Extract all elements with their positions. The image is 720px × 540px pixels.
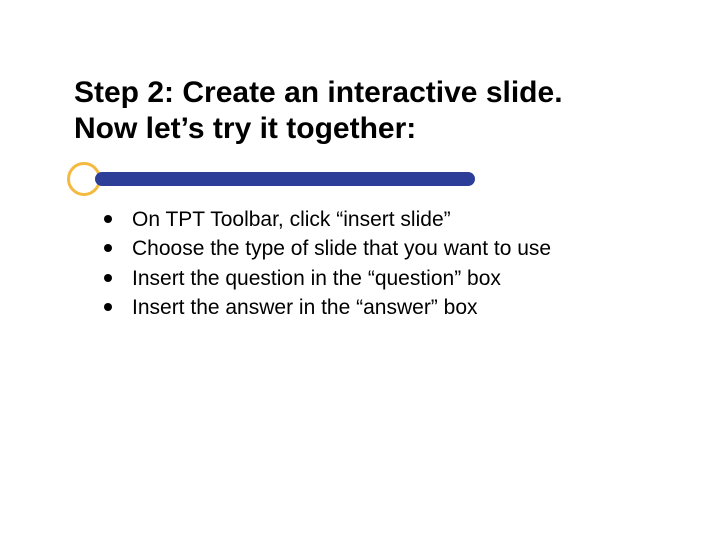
list-item: Choose the type of slide that you want t… bbox=[104, 235, 664, 263]
list-item: Insert the answer in the “answer” box bbox=[104, 294, 664, 322]
bullet-icon bbox=[104, 274, 112, 282]
slide-body: On TPT Toolbar, click “insert slide” Cho… bbox=[104, 206, 664, 323]
list-item-text: Choose the type of slide that you want t… bbox=[132, 237, 551, 260]
title-rule bbox=[0, 162, 720, 196]
list-item-text: Insert the question in the “question” bo… bbox=[132, 267, 501, 290]
slide: Step 2: Create an interactive slide. Now… bbox=[0, 0, 720, 540]
bullet-icon bbox=[104, 303, 112, 311]
list-item-text: Insert the answer in the “answer” box bbox=[132, 296, 478, 319]
bullet-icon bbox=[104, 215, 112, 223]
list-item: On TPT Toolbar, click “insert slide” bbox=[104, 206, 664, 234]
title-line-1: Step 2: Create an interactive slide. bbox=[74, 76, 563, 109]
list-item-text: On TPT Toolbar, click “insert slide” bbox=[132, 208, 451, 231]
bullet-icon bbox=[104, 244, 112, 252]
list-item: Insert the question in the “question” bo… bbox=[104, 265, 664, 293]
bullet-list: On TPT Toolbar, click “insert slide” Cho… bbox=[104, 206, 664, 322]
rule-bar-icon bbox=[95, 172, 475, 186]
slide-title: Step 2: Create an interactive slide. Now… bbox=[74, 75, 654, 147]
title-line-2: Now let’s try it together: bbox=[74, 112, 416, 145]
